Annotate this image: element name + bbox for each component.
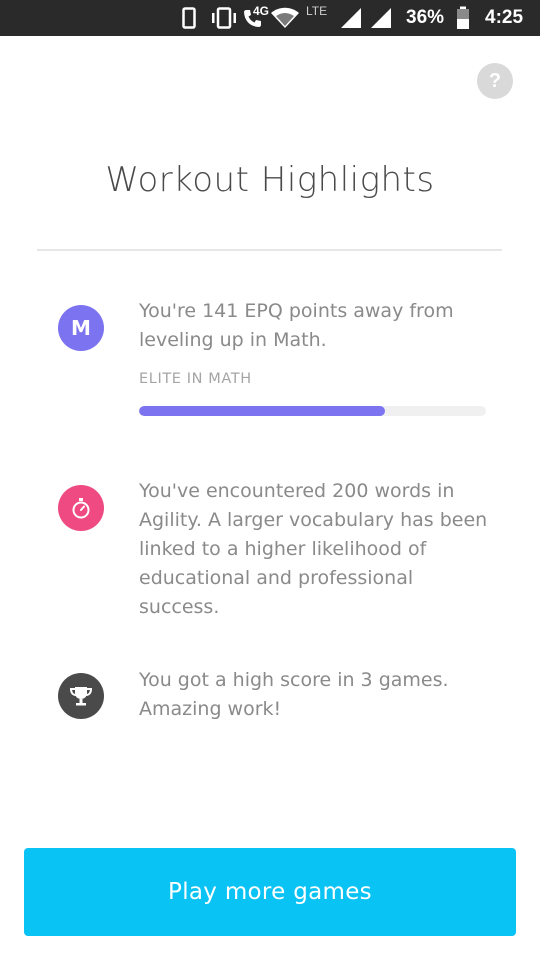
help-icon: ? [488,69,502,92]
math-letter-icon: M [58,305,104,351]
play-more-games-label: Play more games [168,879,372,905]
page-title: Workout Highlights [105,160,435,200]
status-bar: 4G LTE 36% 4:25 [0,0,540,36]
stopwatch-icon [58,485,104,531]
level-label: ELITE IN MATH [139,371,252,387]
highlight-text: You got a high score in 3 games. Amazing… [139,669,449,720]
network-4g-label: 4G [253,4,270,18]
wifi-icon [270,0,300,36]
battery-percent: 36% [406,7,445,28]
signal-icon [370,0,392,36]
level-progress-bar [139,406,486,416]
trophy-icon [58,673,104,719]
vibrate-icon [210,0,238,36]
phone-outline-icon [182,0,196,36]
highlight-text: You're 141 EPQ points away from leveling… [139,300,454,351]
play-more-games-button[interactable]: Play more games [24,848,516,936]
help-button[interactable]: ? [477,63,513,99]
divider [37,249,502,251]
clock: 4:25 [485,7,524,28]
signal-icon [340,0,362,36]
network-lte-label: LTE [306,4,328,18]
highlight-text: You've encountered 200 words in Agility.… [139,480,488,618]
battery-icon [456,0,470,36]
level-progress-fill [139,406,386,416]
